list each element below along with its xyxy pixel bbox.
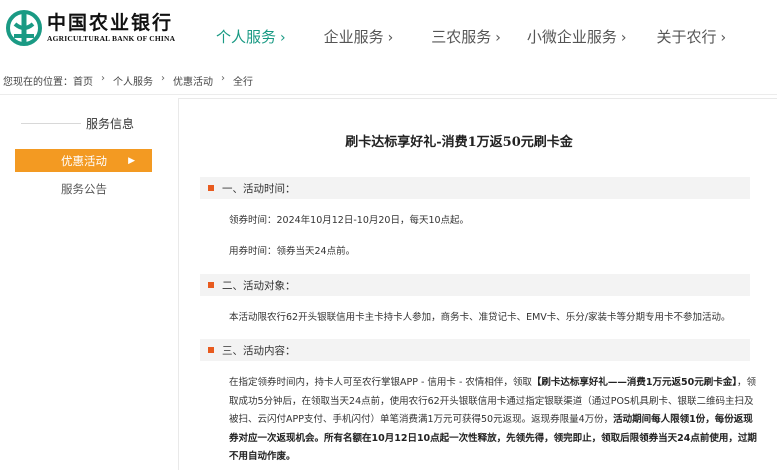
breadcrumb: 您现在的位置： 首页 › 个人服务 › 优惠活动 › 全行 (3, 73, 253, 88)
square-bullet-icon (208, 347, 214, 353)
chevron-right-icon: › (495, 30, 501, 46)
nav-agricultural-services[interactable]: 三农服务 › (431, 26, 501, 47)
breadcrumb-home[interactable]: 首页 (73, 73, 93, 88)
paragraph: 在指定领券时间内，持卡人可至农行掌银APP - 信用卡 - 农情相伴，领取【刷卡… (229, 377, 757, 462)
brand-name-en: AGRICULTURAL BANK OF CHINA (47, 34, 176, 43)
abc-logo-icon (6, 10, 42, 46)
paragraph: 本活动限农行62开头银联信用卡主卡持卡人参加，商务卡、准贷记卡、EMV卡、乐分/… (229, 312, 731, 323)
chevron-right-icon: › (387, 30, 394, 46)
nav-personal-services[interactable]: 个人服务 › (216, 26, 286, 47)
main-nav: 个人服务 › 企业服务 › 三农服务 › 小微企业服务 › 关于农行 › (200, 26, 726, 47)
section-heading: 一、活动时间： (200, 177, 750, 199)
nav-about-abc[interactable]: 关于农行 › (657, 26, 727, 47)
sidebar-item-promotions[interactable]: 优惠活动 ▶ (15, 149, 152, 172)
breadcrumb-separator: › (101, 73, 105, 84)
sidebar-title-divider (21, 123, 81, 124)
site-header: 中国农业银行 AGRICULTURAL BANK OF CHINA 个人服务 › … (0, 0, 777, 66)
sidebar: 服务信息 优惠活动 ▶ 服务公告 (15, 110, 155, 196)
breadcrumb-separator: › (161, 73, 165, 84)
breadcrumb-label: 您现在的位置： (3, 77, 73, 88)
sidebar-title: 服务信息 (86, 117, 135, 131)
nav-enterprise-services[interactable]: 企业服务 › (324, 26, 394, 47)
section-heading: 二、活动对象： (200, 274, 750, 296)
breadcrumb-all-bank[interactable]: 全行 (233, 73, 253, 88)
sidebar-item-announcements[interactable]: 服务公告 (61, 181, 107, 197)
sidebar-item-label: 优惠活动 (61, 153, 107, 168)
breadcrumb-personal-services[interactable]: 个人服务 (113, 73, 153, 88)
header-divider (0, 94, 777, 95)
bank-logo[interactable]: 中国农业银行 AGRICULTURAL BANK OF CHINA (6, 10, 175, 46)
square-bullet-icon (208, 185, 214, 191)
chevron-right-icon: › (720, 30, 727, 46)
brand-name-cn: 中国农业银行 (47, 12, 174, 34)
section-heading: 三、活动内容： (200, 339, 750, 361)
article-panel: 刷卡达标享好礼-消费1万返50元刷卡金 一、活动时间： 领券时间：2024年10… (178, 98, 777, 470)
article-title: 刷卡达标享好礼-消费1万返50元刷卡金 (345, 135, 573, 150)
breadcrumb-promotions[interactable]: 优惠活动 (173, 73, 213, 88)
chevron-right-icon: › (620, 30, 627, 46)
paragraph: 领券时间：2024年10月12日-10月20日，每天10点起。 (229, 215, 470, 226)
nav-small-business-services[interactable]: 小微企业服务 › (527, 26, 627, 47)
breadcrumb-separator: › (221, 73, 225, 84)
paragraph: 用券时间：领券当天24点前。 (229, 246, 356, 257)
chevron-right-icon: › (280, 30, 286, 46)
triangle-right-icon: ▶ (128, 155, 135, 166)
square-bullet-icon (208, 282, 214, 288)
